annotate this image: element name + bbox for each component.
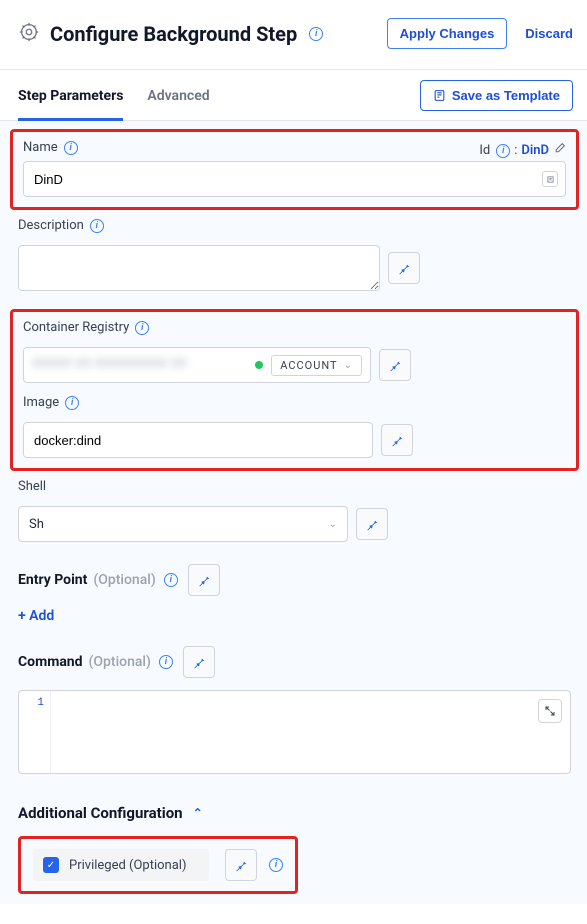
name-suffix-icon <box>542 171 558 187</box>
pin-button[interactable] <box>388 252 420 284</box>
pin-button[interactable] <box>188 564 220 596</box>
privileged-highlight: ✓ Privileged (Optional) i <box>18 836 298 894</box>
command-section: Command (Optional) i 1 <box>18 646 571 774</box>
additional-configuration-accordion[interactable]: Additional Configuration ⌃ <box>18 804 571 822</box>
pin-button[interactable] <box>381 424 413 456</box>
info-icon[interactable]: i <box>64 141 78 155</box>
pin-icon <box>365 517 379 531</box>
tab-bar: Step Parameters Advanced Save as Templat… <box>0 70 587 121</box>
expand-editor-button[interactable] <box>538 699 562 723</box>
id-area: Id i : DinD <box>479 142 566 159</box>
pin-button[interactable] <box>225 849 257 881</box>
pin-icon <box>192 655 206 669</box>
description-label: Description <box>18 218 84 233</box>
command-label: Command <box>18 654 83 670</box>
pin-icon <box>388 358 402 372</box>
info-icon[interactable]: i <box>90 219 104 233</box>
panel-header: Configure Background Step i Apply Change… <box>0 0 587 70</box>
tab-advanced[interactable]: Advanced <box>147 70 209 121</box>
pin-icon <box>397 261 411 275</box>
pin-icon <box>390 433 404 447</box>
shell-value: Sh <box>29 517 44 532</box>
name-label: Name <box>23 140 58 155</box>
status-dot-icon <box>255 361 263 369</box>
info-icon[interactable]: i <box>496 144 510 158</box>
entry-point-optional: (Optional) <box>93 572 155 588</box>
edit-id-icon[interactable] <box>553 142 566 159</box>
save-as-template-label: Save as Template <box>452 88 560 103</box>
shell-select[interactable]: Sh ⌄ <box>18 506 348 542</box>
chevron-down-icon: ⌄ <box>344 360 353 371</box>
scope-label: ACCOUNT <box>280 359 337 372</box>
info-icon[interactable]: i <box>164 573 178 587</box>
shell-label: Shell <box>18 479 46 494</box>
name-highlight-box: Name i Id i : DinD <box>10 129 579 210</box>
registry-image-highlight: Container Registry i XXXXX XX XXXXXXXXX … <box>10 309 579 471</box>
info-icon[interactable]: i <box>269 858 283 872</box>
description-textarea[interactable] <box>18 245 380 291</box>
command-optional: (Optional) <box>89 654 151 670</box>
entry-point-section: Entry Point (Optional) i + Add <box>18 564 571 624</box>
scope-selector[interactable]: ACCOUNT ⌄ <box>271 355 362 376</box>
entry-point-label: Entry Point <box>18 572 87 588</box>
id-value: DinD <box>521 143 549 158</box>
pin-button[interactable] <box>183 646 215 678</box>
info-icon[interactable]: i <box>159 655 173 669</box>
description-section: Description i <box>18 218 571 291</box>
pin-icon <box>234 858 248 872</box>
privileged-checkbox[interactable]: ✓ <box>43 857 59 873</box>
container-registry-label: Container Registry <box>23 320 129 335</box>
shell-section: Shell Sh ⌄ <box>18 479 571 542</box>
expand-icon <box>544 705 556 717</box>
template-icon <box>433 89 446 102</box>
pin-button[interactable] <box>356 508 388 540</box>
info-icon[interactable]: i <box>135 321 149 335</box>
discard-button[interactable]: Discard <box>517 19 573 48</box>
info-icon[interactable]: i <box>65 396 79 410</box>
name-input[interactable] <box>23 161 566 197</box>
pin-icon <box>197 573 211 587</box>
image-label: Image <box>23 395 59 410</box>
id-label: Id <box>479 143 490 158</box>
chevron-up-icon: ⌃ <box>193 806 203 820</box>
image-input[interactable] <box>23 422 373 458</box>
pin-button[interactable] <box>379 349 411 381</box>
save-as-template-button[interactable]: Save as Template <box>420 80 573 111</box>
entry-point-add-button[interactable]: + Add <box>18 608 571 624</box>
registry-value-masked: XXXXX XX XXXXXXXXX XX <box>32 356 247 374</box>
editor-gutter: 1 <box>19 691 51 773</box>
step-type-icon <box>18 21 40 47</box>
tab-step-parameters[interactable]: Step Parameters <box>18 70 123 121</box>
container-registry-input[interactable]: XXXXX XX XXXXXXXXX XX ACCOUNT ⌄ <box>23 347 371 383</box>
line-number: 1 <box>37 697 44 709</box>
command-editor[interactable]: 1 <box>18 690 571 774</box>
info-icon[interactable]: i <box>309 27 323 41</box>
accordion-label: Additional Configuration <box>18 804 183 822</box>
apply-changes-button[interactable]: Apply Changes <box>387 18 508 49</box>
privileged-label: Privileged (Optional) <box>69 858 187 873</box>
page-title: Configure Background Step <box>50 22 297 46</box>
chevron-down-icon: ⌄ <box>329 519 337 530</box>
